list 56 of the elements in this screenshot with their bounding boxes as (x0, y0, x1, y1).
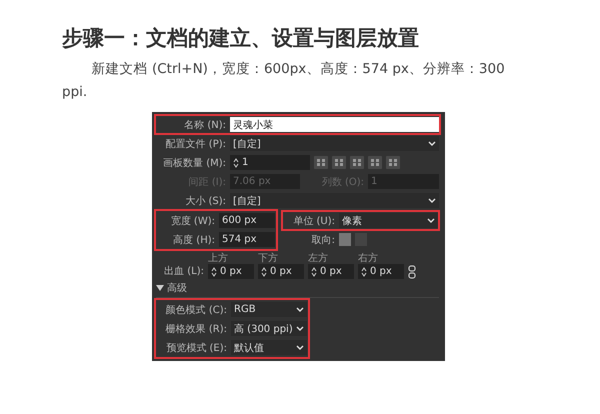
layout-icon[interactable] (332, 156, 346, 169)
layout-icon[interactable] (314, 156, 328, 169)
units-dropdown[interactable]: 像素 (339, 213, 438, 228)
field-label: 大小 (S): (184, 194, 226, 208)
spinner-arrows-icon (311, 266, 317, 276)
field-label: 颜色模式 (C): (164, 304, 227, 316)
field-caption: 左方 (308, 253, 329, 264)
spinner-arrows-icon (361, 266, 367, 276)
section-label: 高级 (167, 282, 187, 295)
link-icon[interactable] (408, 265, 416, 279)
size-dropdown[interactable]: [自定] (230, 193, 439, 208)
chevron-down-icon (428, 198, 436, 203)
field-label: 高度 (H): (172, 234, 215, 246)
dropdown[interactable]: 高 (300 ppi) (231, 321, 307, 336)
field-value: 0 px (370, 266, 392, 277)
input-field[interactable]: 574 px (219, 232, 275, 247)
spinner-arrows-icon (211, 266, 217, 276)
field-label: 取向: (310, 234, 335, 246)
field-label: 配置文件 (P): (164, 138, 226, 150)
chevron-down-icon (296, 326, 304, 331)
field-label: 宽度 (W): (170, 214, 215, 228)
field-label: 单位 (U): (292, 214, 335, 228)
bleed-field[interactable]: 0 px (358, 264, 404, 279)
chevron-down-icon (427, 218, 435, 223)
field-value: 0 px (320, 266, 342, 277)
chevron-down-icon (296, 307, 304, 312)
field-value: 0 px (220, 266, 242, 277)
bleed-field[interactable]: 0 px (258, 264, 304, 279)
chevron-down-icon (428, 141, 436, 146)
bleed-field[interactable]: 0 px (208, 264, 254, 279)
layout-icon[interactable] (350, 156, 364, 169)
field-caption: 上方 (208, 253, 229, 264)
bleed-field[interactable]: 0 px (308, 264, 354, 279)
spinner-arrows-icon (261, 266, 267, 276)
dropdown[interactable]: 默认值 (231, 340, 307, 355)
field-value: 1 (242, 157, 248, 168)
dropdown[interactable]: RGB (231, 302, 307, 317)
layout-icon[interactable] (368, 156, 382, 169)
field-value: 0 px (270, 266, 292, 277)
field-label: 预览模式 (E): (165, 342, 227, 354)
artboard-count-field[interactable]: 1 (230, 155, 310, 170)
chevron-down-icon (296, 345, 304, 350)
input-field[interactable]: 600 px (219, 213, 275, 228)
triangle-down-icon[interactable] (156, 285, 164, 291)
field-label: 栅格效果 (R): (164, 322, 227, 336)
field-label: 画板数量 (M): (162, 156, 226, 170)
field-label: 名称 (N): (183, 118, 226, 132)
spinner-arrows-icon (233, 158, 239, 168)
name-field[interactable]: 灵魂小菜 (230, 117, 439, 132)
field-caption: 右方 (358, 253, 379, 264)
intro-paragraph: 新建文档 (Ctrl+N)，宽度：600px、高度：574 px、分辨率：300 ppi. (62, 60, 506, 102)
article-heading: 步骤一：文档的建立、设置与图层放置 (62, 25, 419, 52)
layout-icon[interactable] (386, 156, 400, 169)
field-label: 出血 (L): (163, 264, 204, 279)
field-caption: 下方 (258, 253, 279, 264)
profile-dropdown[interactable]: [自定] (230, 136, 439, 151)
